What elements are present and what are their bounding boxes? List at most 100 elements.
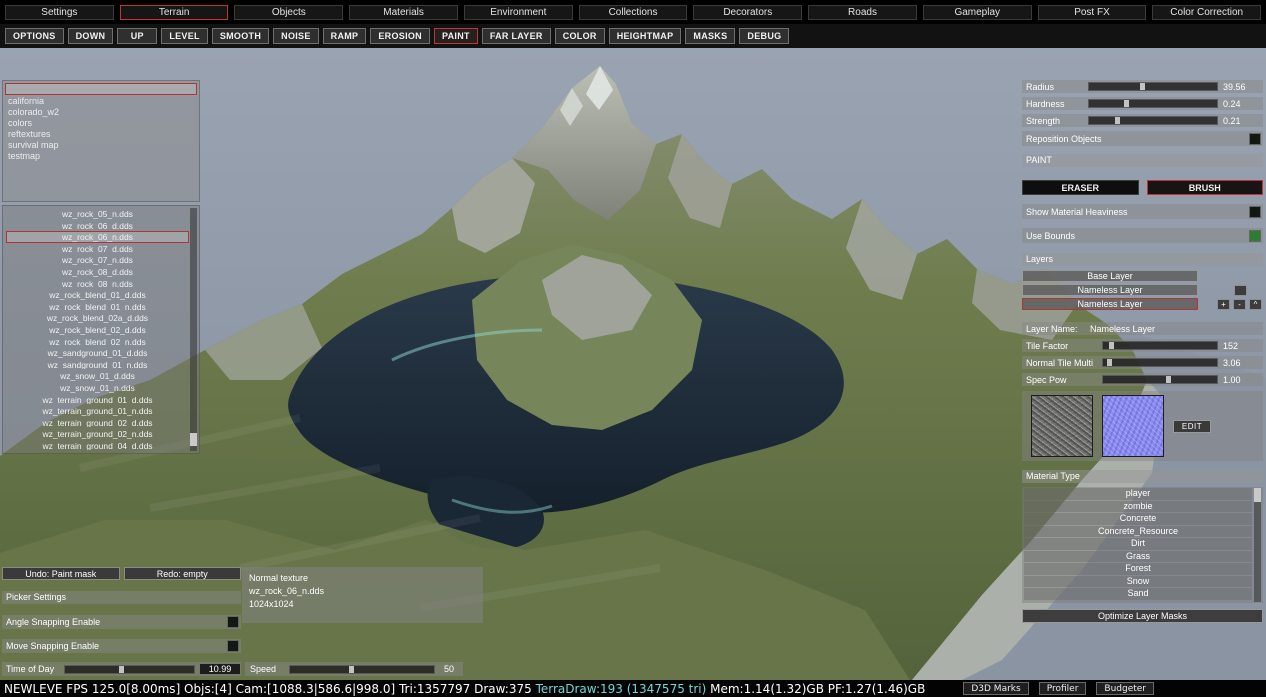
material-type-item[interactable]: Concrete	[1024, 513, 1252, 525]
terrain-tool-button[interactable]: UP	[117, 28, 158, 44]
material-type-item[interactable]: Snow	[1024, 575, 1252, 587]
terrain-tool-button[interactable]: HEIGHTMAP	[608, 28, 682, 44]
texture-list-item[interactable]: wz_sandground_01_n.dds	[6, 359, 189, 371]
layer-item[interactable]: Nameless Layer	[1022, 284, 1198, 296]
top-menu-item[interactable]: Post FX	[1037, 4, 1147, 20]
terrain-tool-button[interactable]: DOWN	[67, 28, 114, 44]
texture-list-item[interactable]: wz_rock_05_n.dds	[6, 208, 189, 220]
terrain-tool-button[interactable]: FAR LAYER	[481, 28, 551, 44]
texture-list-item[interactable]: wz_terrain_ground_04_d.dds	[6, 440, 189, 452]
top-menu-item[interactable]: Settings	[5, 4, 114, 20]
material-type-item[interactable]: player	[1024, 488, 1252, 500]
texture-list-item[interactable]: wz_terrain_ground_02_d.dds	[6, 417, 189, 429]
undo-button[interactable]: Undo: Paint mask	[2, 567, 120, 580]
status-bar-button[interactable]: Profiler	[1038, 682, 1087, 695]
material-type-item[interactable]: Sand	[1024, 588, 1252, 600]
brush-button[interactable]: BRUSH	[1146, 180, 1263, 195]
texture-list-item[interactable]: wz_rock_06_n.dds	[6, 231, 189, 243]
map-list-item[interactable]: colors	[3, 118, 199, 129]
top-menu-item[interactable]: Objects	[234, 4, 344, 20]
time-of-day-thumb[interactable]	[118, 665, 124, 673]
optimize-layer-masks-button[interactable]: Optimize Layer Masks	[1022, 609, 1263, 623]
layer-mini-button[interactable]: +	[1217, 299, 1230, 310]
terrain-tool-button[interactable]: SMOOTH	[211, 28, 270, 44]
move-snapping-checkbox[interactable]	[227, 640, 239, 652]
top-menu-item[interactable]: Collections	[578, 4, 688, 20]
slider-thumb[interactable]	[1139, 83, 1145, 90]
normal-map-preview[interactable]	[1102, 395, 1164, 457]
slider-thumb[interactable]	[1109, 342, 1115, 349]
map-list-item[interactable]: colorado_w2	[3, 107, 199, 118]
eraser-button[interactable]: ERASER	[1022, 180, 1139, 195]
redo-button[interactable]: Redo: empty	[123, 567, 241, 580]
texture-list-item[interactable]: wz_snow_01_n.dds	[6, 382, 189, 394]
layer-extra-button[interactable]	[1234, 285, 1247, 296]
terrain-tool-button[interactable]: OPTIONS	[5, 28, 64, 44]
map-list-item[interactable]: reftextures	[3, 129, 199, 140]
speed-thumb[interactable]	[348, 665, 354, 673]
texture-list-item[interactable]: wz_terrain_ground_01_d.dds	[6, 394, 189, 406]
material-type-item[interactable]: Dirt	[1024, 538, 1252, 550]
texture-list-item[interactable]: wz_snow_01_d.dds	[6, 370, 189, 382]
map-list-selected-header[interactable]	[5, 83, 197, 95]
texture-list-item[interactable]: wz_sandground_01_d.dds	[6, 347, 189, 359]
terrain-tool-button[interactable]: COLOR	[554, 28, 605, 44]
slider-track[interactable]	[1088, 99, 1218, 108]
speed-slider[interactable]	[289, 664, 435, 674]
reposition-objects-checkbox[interactable]	[1249, 132, 1261, 145]
map-list-item[interactable]: california	[3, 96, 199, 107]
slider-track[interactable]	[1088, 82, 1218, 91]
texture-list-item[interactable]: wz_terrain_ground_02_n.dds	[6, 428, 189, 440]
texture-list-item[interactable]: wz_terrain_ground_01_n.dds	[6, 405, 189, 417]
status-bar-button[interactable]: Budgeter	[1096, 682, 1154, 695]
slider-thumb[interactable]	[1106, 359, 1112, 366]
terrain-tool-button[interactable]: NOISE	[273, 28, 319, 44]
top-menu-item[interactable]: Terrain	[119, 4, 229, 20]
map-list-item[interactable]: testmap	[3, 151, 199, 162]
layer-mini-button[interactable]: ^	[1249, 299, 1262, 310]
terrain-tool-button[interactable]: DEBUG	[739, 28, 790, 44]
terrain-tool-button[interactable]: PAINT	[433, 28, 478, 44]
terrain-tool-button[interactable]: RAMP	[322, 28, 367, 44]
texture-list-item[interactable]: wz_rock_06_d.dds	[6, 220, 189, 232]
texture-list-item[interactable]: wz_rock_08_n.dds	[6, 278, 189, 290]
texture-list-item[interactable]: wz_rock_blend_02_n.dds	[6, 336, 189, 348]
slider-track[interactable]	[1102, 341, 1218, 350]
layer-mini-button[interactable]: -	[1233, 299, 1246, 310]
material-type-item[interactable]: Forest	[1024, 563, 1252, 575]
top-menu-item[interactable]: Decorators	[693, 4, 803, 20]
texture-list-item[interactable]: wz_rock_08_d.dds	[6, 266, 189, 278]
edit-button[interactable]: EDIT	[1173, 419, 1211, 433]
slider-track[interactable]	[1102, 358, 1218, 367]
top-menu-item[interactable]: Roads	[808, 4, 917, 20]
material-list-scrollbar[interactable]	[1254, 488, 1261, 602]
map-list-item[interactable]: survival map	[3, 140, 199, 151]
use-bounds-checkbox[interactable]	[1249, 229, 1261, 242]
layer-item[interactable]: Nameless Layer	[1022, 298, 1198, 310]
top-menu-item[interactable]: Gameplay	[922, 4, 1032, 20]
top-menu-item[interactable]: Color Correction	[1152, 4, 1262, 20]
time-of-day-slider[interactable]	[64, 664, 195, 674]
texture-list-item[interactable]: wz_rock_blend_01_d.dds	[6, 289, 189, 301]
status-bar-button[interactable]: D3D Marks	[963, 682, 1029, 695]
slider-thumb[interactable]	[1115, 117, 1121, 124]
diffuse-texture-preview[interactable]	[1031, 395, 1093, 457]
texture-list-scrollbar-thumb[interactable]	[190, 433, 197, 446]
terrain-tool-button[interactable]: MASKS	[685, 28, 736, 44]
top-menu-item[interactable]: Materials	[349, 4, 458, 20]
texture-list-item[interactable]: wz_rock_07_n.dds	[6, 254, 189, 266]
material-type-item[interactable]: Concrete_Resource	[1024, 525, 1252, 537]
slider-track[interactable]	[1102, 375, 1218, 384]
slider-thumb[interactable]	[1124, 100, 1130, 107]
texture-list-item[interactable]: wz_rock_07_d.dds	[6, 243, 189, 255]
slider-track[interactable]	[1088, 116, 1218, 125]
layer-item[interactable]: Base Layer	[1022, 270, 1198, 282]
top-menu-item[interactable]: Environment	[463, 4, 573, 20]
texture-list-item[interactable]: wz_rock_blend_02a_d.dds	[6, 312, 189, 324]
terrain-tool-button[interactable]: EROSION	[370, 28, 430, 44]
texture-list-scrollbar[interactable]	[190, 208, 197, 451]
texture-list-item[interactable]: wz_rock_blend_01_n.dds	[6, 301, 189, 313]
material-type-item[interactable]: Grass	[1024, 550, 1252, 562]
show-material-heaviness-checkbox[interactable]	[1249, 205, 1261, 218]
material-list-scrollbar-thumb[interactable]	[1254, 488, 1261, 502]
